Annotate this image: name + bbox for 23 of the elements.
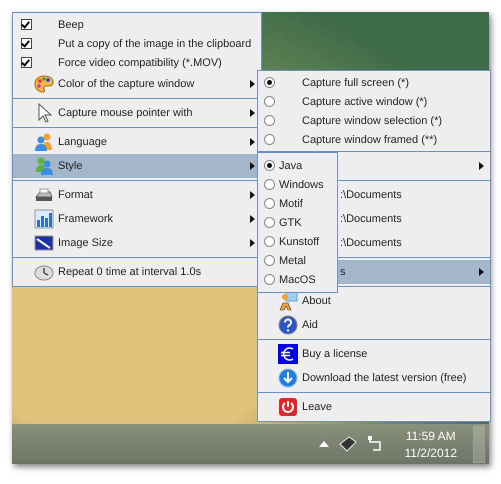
menu-item-label: Buy a license: [302, 348, 368, 360]
menu-item-label: Capture window framed (**): [302, 134, 438, 146]
menu-item-label: Repeat 0 time at interval 1.0s: [58, 266, 202, 278]
menu-item-label: About: [302, 295, 332, 307]
menu-item-label: Download the latest version (free): [302, 372, 468, 384]
menu-item-label: Capture window selection (*): [302, 114, 444, 126]
menu-item-label: Beep: [58, 18, 85, 30]
menu-item-label: Language: [58, 136, 108, 148]
menu-item-label: Force video compatibility (*.MOV): [58, 56, 223, 68]
menu-item-label: Format: [58, 189, 94, 201]
menu-item-label: Capture mouse pointer with: [58, 107, 194, 119]
menu-item-label: Style: [58, 160, 84, 172]
menu-item-label: Leave: [302, 401, 333, 413]
menu-item-label: Capture active window (*): [302, 96, 428, 108]
menu-item-label: Framework: [58, 213, 114, 225]
menu-item-label: s: [340, 266, 346, 278]
menu-item-label: Capture full screen (*): [302, 76, 410, 88]
clock-time: 11:59 AM: [406, 428, 456, 442]
menu-item-label: Put a copy of the image in the clipboard: [58, 38, 252, 50]
menu-item-label: Aid: [302, 319, 319, 331]
menu-item-label: Image Size: [58, 237, 114, 249]
clock-date: 11/2/2012: [404, 446, 457, 460]
menu-item-label: Color of the capture window: [58, 78, 196, 90]
